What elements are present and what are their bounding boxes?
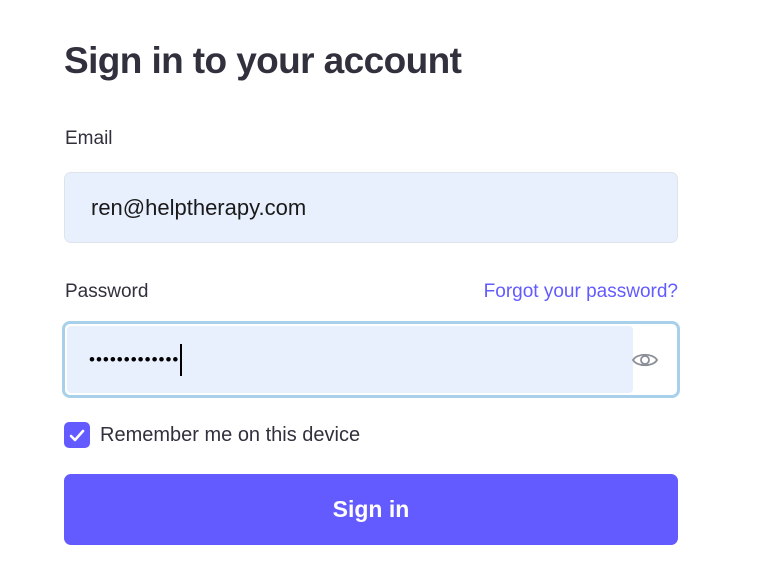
password-value: ••••••••••••• (89, 349, 180, 369)
checkmark-icon (69, 429, 85, 441)
password-field[interactable]: ••••••••••••• (62, 321, 680, 398)
password-input[interactable]: ••••••••••••• (67, 326, 633, 393)
remember-me-checkbox[interactable] (64, 422, 90, 448)
remember-me-label: Remember me on this device (100, 423, 361, 446)
text-caret (180, 343, 183, 376)
email-value: ren@helptherapy.com (91, 194, 307, 220)
page-title: Sign in to your account (64, 40, 462, 81)
eye-icon[interactable] (631, 350, 659, 370)
email-label: Email (65, 128, 113, 149)
sign-in-button[interactable]: Sign in (64, 474, 678, 545)
forgot-password-link[interactable]: Forgot your password? (484, 281, 678, 303)
email-field[interactable]: ren@helptherapy.com (64, 172, 678, 243)
remember-me-row: Remember me on this device (64, 422, 360, 448)
password-label: Password (65, 281, 149, 302)
